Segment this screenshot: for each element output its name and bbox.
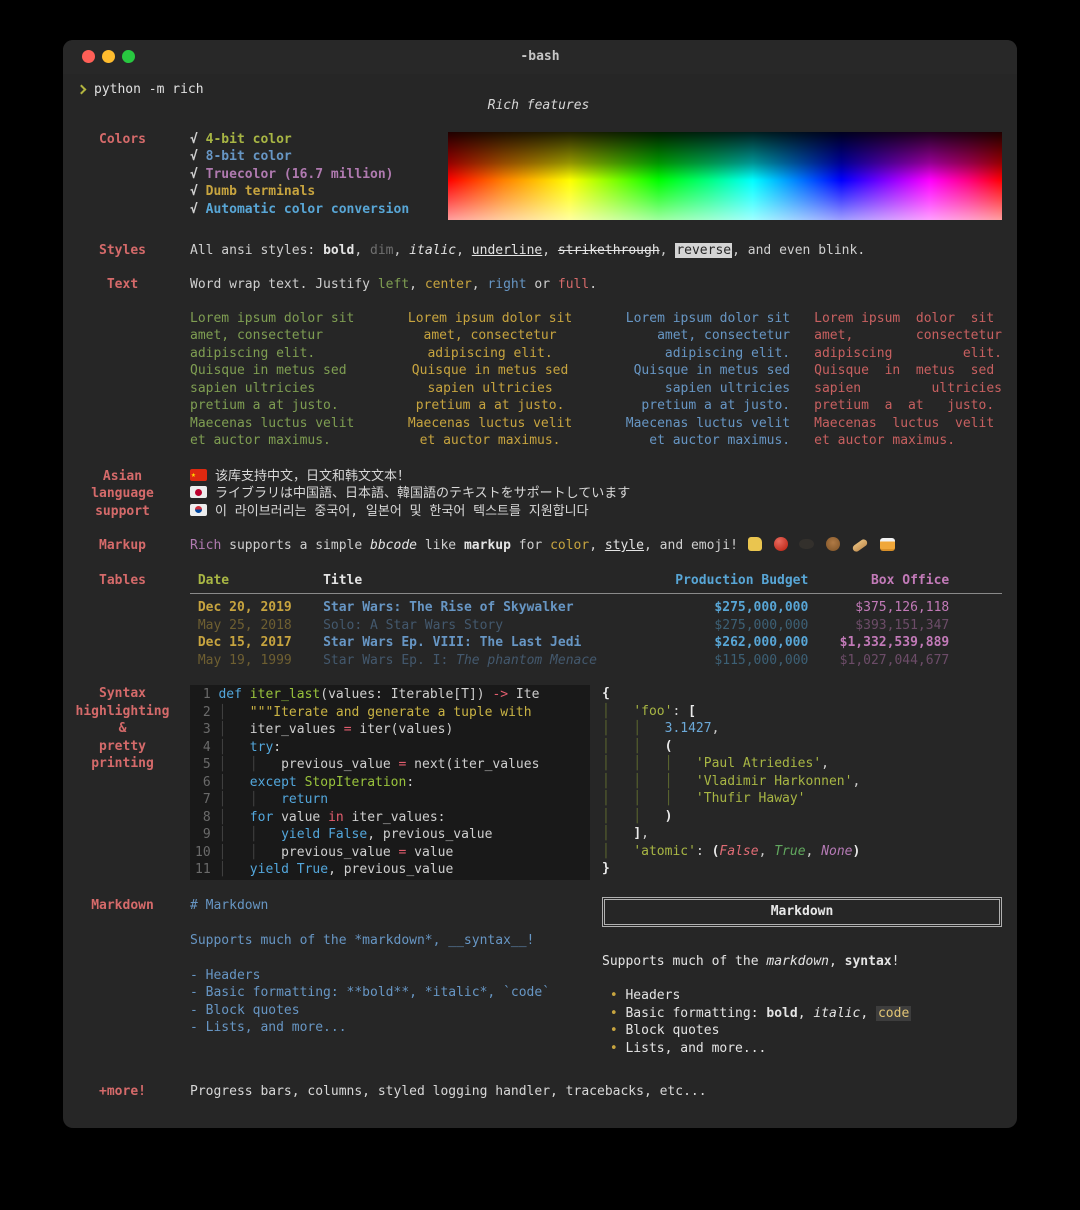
lorem-full: Lorem ipsum dolor sit amet, consectetur ad… bbox=[814, 310, 1002, 449]
section-more: +more! Progress bars, columns, styled lo… bbox=[75, 1083, 1002, 1101]
terminal-content: python -m rich Rich features Colors √ 4-… bbox=[63, 74, 1017, 1128]
section-asian: Asian language support 该库支持中文，日文和韩文文本！ ラ… bbox=[75, 466, 1002, 521]
south-korea-flag-icon bbox=[190, 503, 207, 516]
markdown-paragraph: Supports much of the markdown, syntax! bbox=[602, 953, 900, 969]
asian-line-chinese: 该库支持中文，日文和韩文文本！ bbox=[215, 468, 411, 484]
color-spectrum bbox=[448, 131, 1002, 220]
section-styles: Styles All ansi styles: bold, dim, itali… bbox=[75, 242, 1002, 260]
section-text: Text Word wrap text. Justify left, cente… bbox=[75, 276, 1002, 450]
section-label-more: +more! bbox=[99, 1084, 146, 1099]
japan-flag-icon bbox=[190, 486, 207, 498]
asian-text: 该库支持中文，日文和韩文文本！ ライブラリは中国語、日本語、韓国語のテキストをサ… bbox=[190, 466, 1002, 521]
section-label-syntax: Syntax highlighting & pretty printing bbox=[75, 686, 170, 771]
close-button[interactable] bbox=[82, 50, 95, 63]
table-header-row: Date Title Production Budget Box Office bbox=[190, 572, 950, 588]
pretty-print-panel: {│ 'foo': [│ │ 3.1427, │ │ (│ │ │ 'Paul A… bbox=[602, 686, 861, 876]
section-markup: Markup Rich supports a simple bbcode lik… bbox=[75, 537, 1002, 555]
markdown-rendered: Markdown Supports much of the markdown, … bbox=[602, 896, 1002, 1058]
ansi-styles-line: All ansi styles: bold, dim, italic, unde… bbox=[190, 242, 866, 258]
lorem-columns: Lorem ipsum dolor sit amet, consectetur ad… bbox=[190, 310, 1002, 450]
justify-line: Word wrap text. Justify left, center, ri… bbox=[190, 277, 598, 292]
window-title: -bash bbox=[520, 49, 560, 64]
section-label-markdown: Markdown bbox=[91, 897, 154, 913]
section-label-colors: Colors bbox=[99, 131, 146, 147]
section-label-markup: Markup bbox=[99, 538, 146, 553]
table-header-rule bbox=[190, 593, 1002, 594]
section-label-asian: Asian language support bbox=[91, 468, 154, 519]
china-flag-icon bbox=[190, 466, 207, 483]
more-text: Progress bars, columns, styled logging h… bbox=[190, 1084, 707, 1099]
command-text: python -m rich bbox=[94, 82, 204, 97]
titlebar: -bash bbox=[63, 40, 1017, 74]
terminal-window: -bash python -m rich Rich features Color… bbox=[63, 40, 1017, 1128]
zoom-button[interactable] bbox=[122, 50, 135, 63]
markdown-source: # Markdown Supports much of the *markdow… bbox=[190, 897, 551, 1036]
table-rows: Dec 20, 2019 Star Wars: The Rise of Skyw… bbox=[190, 600, 950, 668]
minimize-button[interactable] bbox=[102, 50, 115, 63]
markdown-heading-box: Markdown bbox=[602, 896, 1002, 927]
code-editor-panel: 1 def iter_last(values: Iterable[T]) -> … bbox=[190, 685, 590, 880]
prompt-chevron-icon bbox=[76, 84, 87, 95]
lorem-center: Lorem ipsum dolor sit amet, consectetur ad… bbox=[407, 310, 573, 449]
lorem-left: Lorem ipsum dolor sit amet, consectetur ad… bbox=[190, 310, 355, 449]
window-controls bbox=[82, 50, 135, 63]
lorem-right: Lorem ipsum dolor sit amet, consectetur ad… bbox=[625, 310, 791, 449]
section-tables: Tables Date Title Production Budget Box … bbox=[75, 572, 1002, 670]
asian-line-japanese: ライブラリは中国語、日本語、韓国語のテキストをサポートしています bbox=[215, 486, 631, 501]
section-colors: Colors √ 4-bit color √ 8-bit color √ Truec… bbox=[75, 131, 1002, 220]
section-markdown: Markdown # Markdown Supports much of the… bbox=[75, 896, 1002, 1058]
page-title: Rich features bbox=[487, 98, 590, 113]
shell-prompt: python -m rich bbox=[75, 82, 1002, 97]
asian-line-korean: 이 라이브러리는 중국어, 일본어 및 한국어 텍스트를 지원합니다 bbox=[215, 503, 589, 519]
markup-line: Rich supports a simple bbcode like marku… bbox=[190, 537, 1002, 555]
section-syntax: Syntax highlighting & pretty printing 1 … bbox=[75, 685, 1002, 880]
section-label-text: Text bbox=[106, 277, 139, 292]
color-support-list: √ 4-bit color √ 8-bit color √ Truecolor (1… bbox=[190, 131, 410, 217]
section-label-tables: Tables bbox=[99, 572, 146, 588]
section-label-styles: Styles bbox=[99, 242, 146, 258]
markdown-bullet-list: • Headers • Basic formatting: bold, ital… bbox=[602, 988, 912, 1056]
